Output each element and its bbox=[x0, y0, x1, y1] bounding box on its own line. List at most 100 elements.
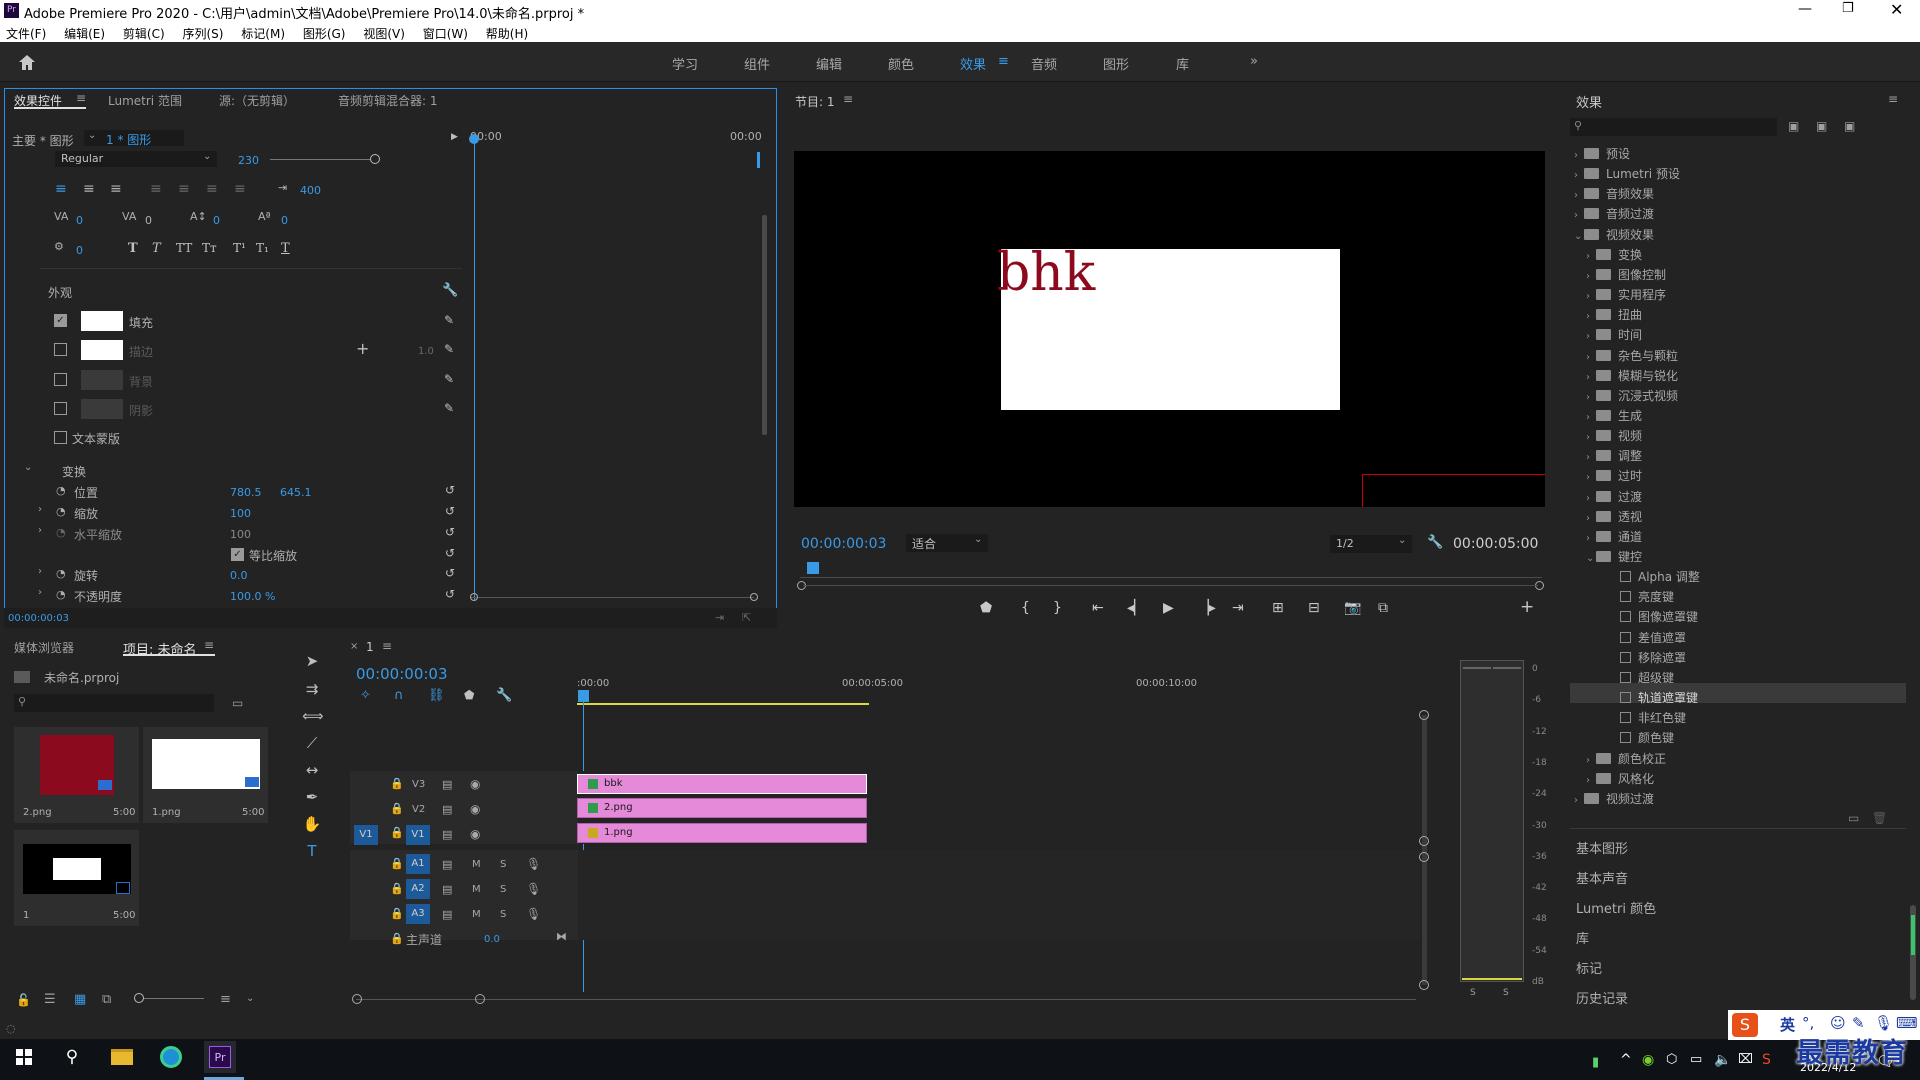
stopwatch-icon[interactable]: ◔ bbox=[56, 484, 66, 497]
workspace-tab-effects[interactable]: 效果 bbox=[960, 54, 986, 73]
lock-icon[interactable]: 🔒 bbox=[390, 932, 404, 945]
tray-app-icon[interactable]: ⌧ bbox=[1738, 1052, 1753, 1067]
scroll-handle[interactable] bbox=[1419, 980, 1429, 990]
track-name-a3[interactable]: A3 bbox=[406, 904, 430, 924]
edge-browser-icon[interactable] bbox=[155, 1041, 187, 1073]
ripple-edit-tool-icon[interactable]: ⟺ bbox=[302, 707, 324, 727]
chevron-right-icon[interactable]: › bbox=[1586, 452, 1596, 463]
clip-selector[interactable]: ⌄ 1 * 图形 bbox=[84, 130, 184, 147]
align-left-icon[interactable]: ≡ bbox=[55, 181, 67, 197]
chevron-right-icon[interactable]: › bbox=[1574, 150, 1584, 161]
show-hidden-icons[interactable]: ^ bbox=[1620, 1052, 1632, 1068]
mark-out-icon[interactable]: } bbox=[1053, 600, 1062, 616]
chevron-down-icon[interactable]: ⌄ bbox=[246, 993, 254, 1004]
workspace-tab-color[interactable]: 颜色 bbox=[888, 54, 914, 73]
sync-lock-icon[interactable]: ▤ bbox=[442, 778, 452, 791]
program-timecode[interactable]: 00:00:00:03 bbox=[801, 536, 886, 552]
font-size-slider-handle[interactable] bbox=[370, 154, 380, 164]
effects-folder[interactable]: › 风格化 bbox=[1586, 770, 1654, 788]
overlay-text[interactable]: bhk bbox=[997, 247, 1095, 299]
eyedropper-icon[interactable]: ✎ bbox=[444, 401, 454, 415]
meter-solo-left[interactable]: S bbox=[1470, 988, 1476, 998]
effects-search-input[interactable]: ⚲ bbox=[1570, 118, 1777, 136]
emoji-icon[interactable]: ☺ bbox=[1830, 1014, 1846, 1032]
workspace-tab-assembly[interactable]: 组件 bbox=[744, 54, 770, 73]
justify-right-icon[interactable]: ≡ bbox=[206, 181, 218, 197]
effects-folder[interactable]: › Lumetri 预设 bbox=[1574, 165, 1680, 183]
fit-dropdown[interactable]: 适合 ⌄ bbox=[906, 534, 988, 552]
chevron-right-icon[interactable]: › bbox=[1586, 372, 1596, 383]
workspace-menu-icon[interactable]: ≡ bbox=[998, 54, 1009, 69]
project-search-input[interactable]: ⚲ bbox=[14, 694, 214, 712]
effects-panel-title[interactable]: 效果 bbox=[1576, 92, 1602, 111]
effects-folder[interactable]: › 图像控制 bbox=[1586, 266, 1666, 284]
baseline-value[interactable]: 0 bbox=[281, 214, 288, 227]
network-icon[interactable]: ▭ bbox=[1690, 1052, 1702, 1067]
ec-zoom-right-handle[interactable] bbox=[750, 593, 758, 601]
effect-item[interactable]: 差值遮罩 bbox=[1598, 629, 1686, 647]
sogou-tray-icon[interactable]: S bbox=[1762, 1052, 1771, 1068]
effects-folder[interactable]: › 过渡 bbox=[1586, 488, 1642, 506]
track-name-a2[interactable]: A2 bbox=[406, 879, 430, 899]
minimize-button[interactable]: — bbox=[1798, 1, 1812, 17]
stopwatch-icon[interactable]: ◔ bbox=[56, 505, 66, 518]
chevron-right-icon[interactable]: › bbox=[1586, 291, 1596, 302]
opacity-value[interactable]: 100.0 % bbox=[230, 590, 275, 603]
resolution-dropdown[interactable]: 1/2 ⌄ bbox=[1330, 535, 1412, 553]
reset-icon[interactable]: ↺ bbox=[445, 546, 455, 560]
chevron-right-icon[interactable]: › bbox=[38, 525, 42, 536]
sync-lock-icon[interactable]: ▤ bbox=[442, 828, 452, 841]
eyedropper-icon[interactable]: ✎ bbox=[444, 313, 454, 327]
source-patch-v1[interactable]: V1 bbox=[354, 825, 378, 845]
zoom-slider-track[interactable] bbox=[134, 998, 204, 999]
sync-lock-icon[interactable]: ▤ bbox=[442, 858, 452, 871]
mute-button[interactable]: M bbox=[472, 859, 481, 870]
effects-folder[interactable]: › 实用程序 bbox=[1586, 286, 1666, 304]
menu-window[interactable]: 窗口(W) bbox=[423, 27, 468, 41]
effects-folder[interactable]: › 通道 bbox=[1586, 528, 1642, 546]
chevron-right-icon[interactable]: › bbox=[1586, 472, 1596, 483]
freeform-view-icon[interactable]: ⧉ bbox=[102, 992, 111, 1007]
workspace-tab-graphics[interactable]: 图形 bbox=[1103, 54, 1129, 73]
tray-app-icon[interactable]: ◉ bbox=[1642, 1052, 1654, 1068]
ec-scrollbar[interactable] bbox=[762, 215, 767, 435]
scroll-handle[interactable] bbox=[1419, 710, 1429, 720]
menu-graphics[interactable]: 图形(G) bbox=[303, 27, 346, 41]
comparison-view-icon[interactable]: ⧉ bbox=[1378, 600, 1388, 616]
effects-folder[interactable]: › 扭曲 bbox=[1586, 306, 1642, 324]
ime-language[interactable]: 英 bbox=[1780, 1014, 1795, 1035]
chevron-down-icon[interactable]: ⌄ bbox=[1586, 553, 1596, 564]
go-to-end-icon[interactable]: ⧓ bbox=[556, 930, 567, 943]
tab-media-browser[interactable]: 媒体浏览器 bbox=[14, 639, 74, 656]
battery-tray-icon[interactable]: ▮ bbox=[1592, 1055, 1599, 1070]
chevron-right-icon[interactable]: › bbox=[1586, 271, 1596, 282]
mute-button[interactable]: M bbox=[472, 884, 481, 895]
lift-icon[interactable]: ⊞ bbox=[1272, 600, 1284, 616]
program-zoom-track[interactable] bbox=[803, 585, 1538, 586]
small-caps-icon[interactable]: Tт bbox=[202, 241, 217, 255]
yuv-effects-icon[interactable]: ▣ bbox=[1844, 119, 1855, 133]
project-item-card[interactable]: 1 5:00 bbox=[14, 830, 139, 926]
hscale-value[interactable]: 100 bbox=[230, 528, 251, 541]
tab-audio-clip-mixer[interactable]: 音频剪辑混合器: 1 bbox=[338, 92, 438, 109]
menu-sequence[interactable]: 序列(S) bbox=[182, 27, 223, 41]
slip-tool-icon[interactable]: ↔ bbox=[302, 761, 322, 781]
scroll-handle[interactable] bbox=[1419, 836, 1429, 846]
effect-item[interactable]: 颜色键 bbox=[1598, 729, 1674, 747]
panel-menu-icon[interactable]: ≡ bbox=[1888, 92, 1898, 106]
chevron-right-icon[interactable]: › bbox=[1574, 170, 1584, 181]
tab-lumetri-scopes[interactable]: Lumetri 范围 bbox=[108, 92, 182, 109]
nest-icon[interactable]: ✧ bbox=[360, 688, 371, 703]
text-mask-checkbox[interactable] bbox=[54, 431, 67, 444]
scroll-handle[interactable] bbox=[1419, 852, 1429, 862]
panel-menu-icon[interactable]: ≡ bbox=[382, 639, 392, 653]
fill-checkbox[interactable]: ✓ bbox=[54, 314, 67, 327]
chevron-right-icon[interactable]: › bbox=[1586, 412, 1596, 423]
premiere-taskbar-icon[interactable]: Pr bbox=[204, 1041, 236, 1073]
program-playhead[interactable] bbox=[807, 562, 819, 574]
file-explorer-icon[interactable] bbox=[106, 1041, 138, 1073]
fill-color-swatch[interactable] bbox=[81, 311, 123, 331]
mute-button[interactable]: M bbox=[472, 909, 481, 920]
underline-icon[interactable]: T bbox=[281, 241, 290, 256]
lumetri-color-panel[interactable]: Lumetri 颜色 bbox=[1576, 898, 1656, 917]
